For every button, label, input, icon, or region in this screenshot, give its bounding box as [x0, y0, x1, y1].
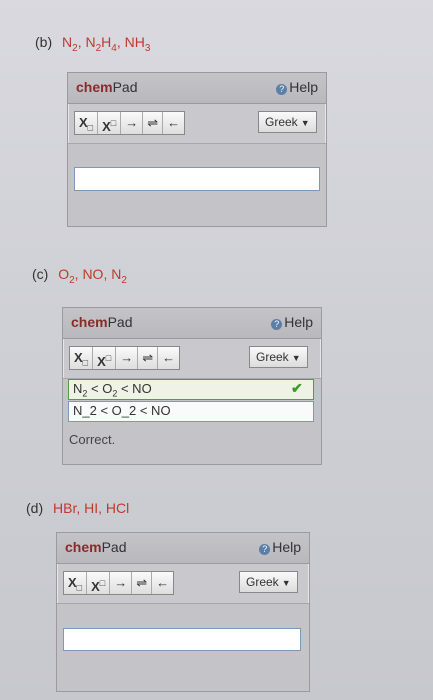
equilibrium-button[interactable]: ⇌: [138, 347, 159, 369]
help-link[interactable]: ? Help: [276, 79, 318, 95]
chevron-down-icon: ▼: [291, 353, 301, 363]
subscript-button[interactable]: X□: [70, 347, 94, 369]
question-b-label: (b): [35, 34, 53, 50]
answer-input-b[interactable]: [74, 167, 320, 191]
equilibrium-button[interactable]: ⇌: [143, 112, 164, 134]
back-arrow-button[interactable]: ←: [158, 347, 180, 369]
greek-dropdown[interactable]: Greek ▼: [258, 111, 317, 133]
rendered-answer: N2 < O2 < NO: [68, 379, 314, 400]
question-d: (d) HBr, HI, HCl: [26, 500, 129, 516]
chempad-title: chemPad: [71, 314, 133, 330]
help-icon: ?: [271, 319, 283, 330]
question-b-formula: N2, N2H4, NH3: [62, 34, 151, 54]
greek-dropdown[interactable]: Greek ▼: [239, 571, 298, 593]
subscript-button[interactable]: X□: [75, 112, 99, 134]
question-d-formula: HBr, HI, HCl: [53, 500, 130, 516]
chempad-d: chemPad ? Help X□ X□ → ⇌ ← Greek ▼: [56, 532, 310, 692]
back-arrow-button[interactable]: ←: [152, 572, 174, 594]
chempad-c: chemPad ? Help X□ X□ → ⇌ ← Greek ▼ N2 < O2…: [62, 307, 322, 465]
help-icon: ?: [276, 84, 288, 95]
answer-input-d[interactable]: [63, 628, 301, 651]
arrow-button[interactable]: →: [116, 347, 139, 369]
arrow-button[interactable]: →: [121, 112, 144, 134]
greek-dropdown[interactable]: Greek ▼: [249, 346, 308, 368]
chempad-toolbar: X□ X□ → ⇌ ←: [69, 346, 181, 370]
chempad-title: chemPad: [65, 539, 127, 555]
chempad-toolbar: X□ X□ → ⇌ ←: [74, 111, 186, 135]
question-c-label: (c): [32, 266, 49, 282]
help-icon: ?: [259, 544, 271, 555]
superscript-button[interactable]: X□: [93, 347, 117, 369]
chempad-title: chemPad: [76, 79, 138, 95]
check-icon: ✔: [291, 380, 303, 396]
arrow-button[interactable]: →: [110, 572, 133, 594]
back-arrow-button[interactable]: ←: [163, 112, 185, 134]
status-correct: Correct.: [69, 432, 116, 447]
chempad-b: chemPad ? Help X□ X□ → ⇌ ← Greek ▼: [67, 72, 327, 227]
chevron-down-icon: ▼: [300, 118, 310, 128]
equilibrium-button[interactable]: ⇌: [132, 572, 153, 594]
subscript-button[interactable]: X□: [64, 572, 88, 594]
answer-input-c[interactable]: N_2 < O_2 < NO: [68, 401, 314, 422]
chevron-down-icon: ▼: [281, 578, 291, 588]
help-link[interactable]: ? Help: [259, 539, 301, 555]
superscript-button[interactable]: X□: [98, 112, 122, 134]
question-c-formula: O2, NO, N2: [58, 266, 127, 286]
help-link[interactable]: ? Help: [271, 314, 313, 330]
superscript-button[interactable]: X□: [87, 572, 111, 594]
question-c: (c) O2, NO, N2: [32, 266, 127, 286]
question-d-label: (d): [26, 500, 44, 516]
chempad-toolbar: X□ X□ → ⇌ ←: [63, 571, 175, 595]
question-b: (b) N2, N2H4, NH3: [35, 34, 150, 54]
